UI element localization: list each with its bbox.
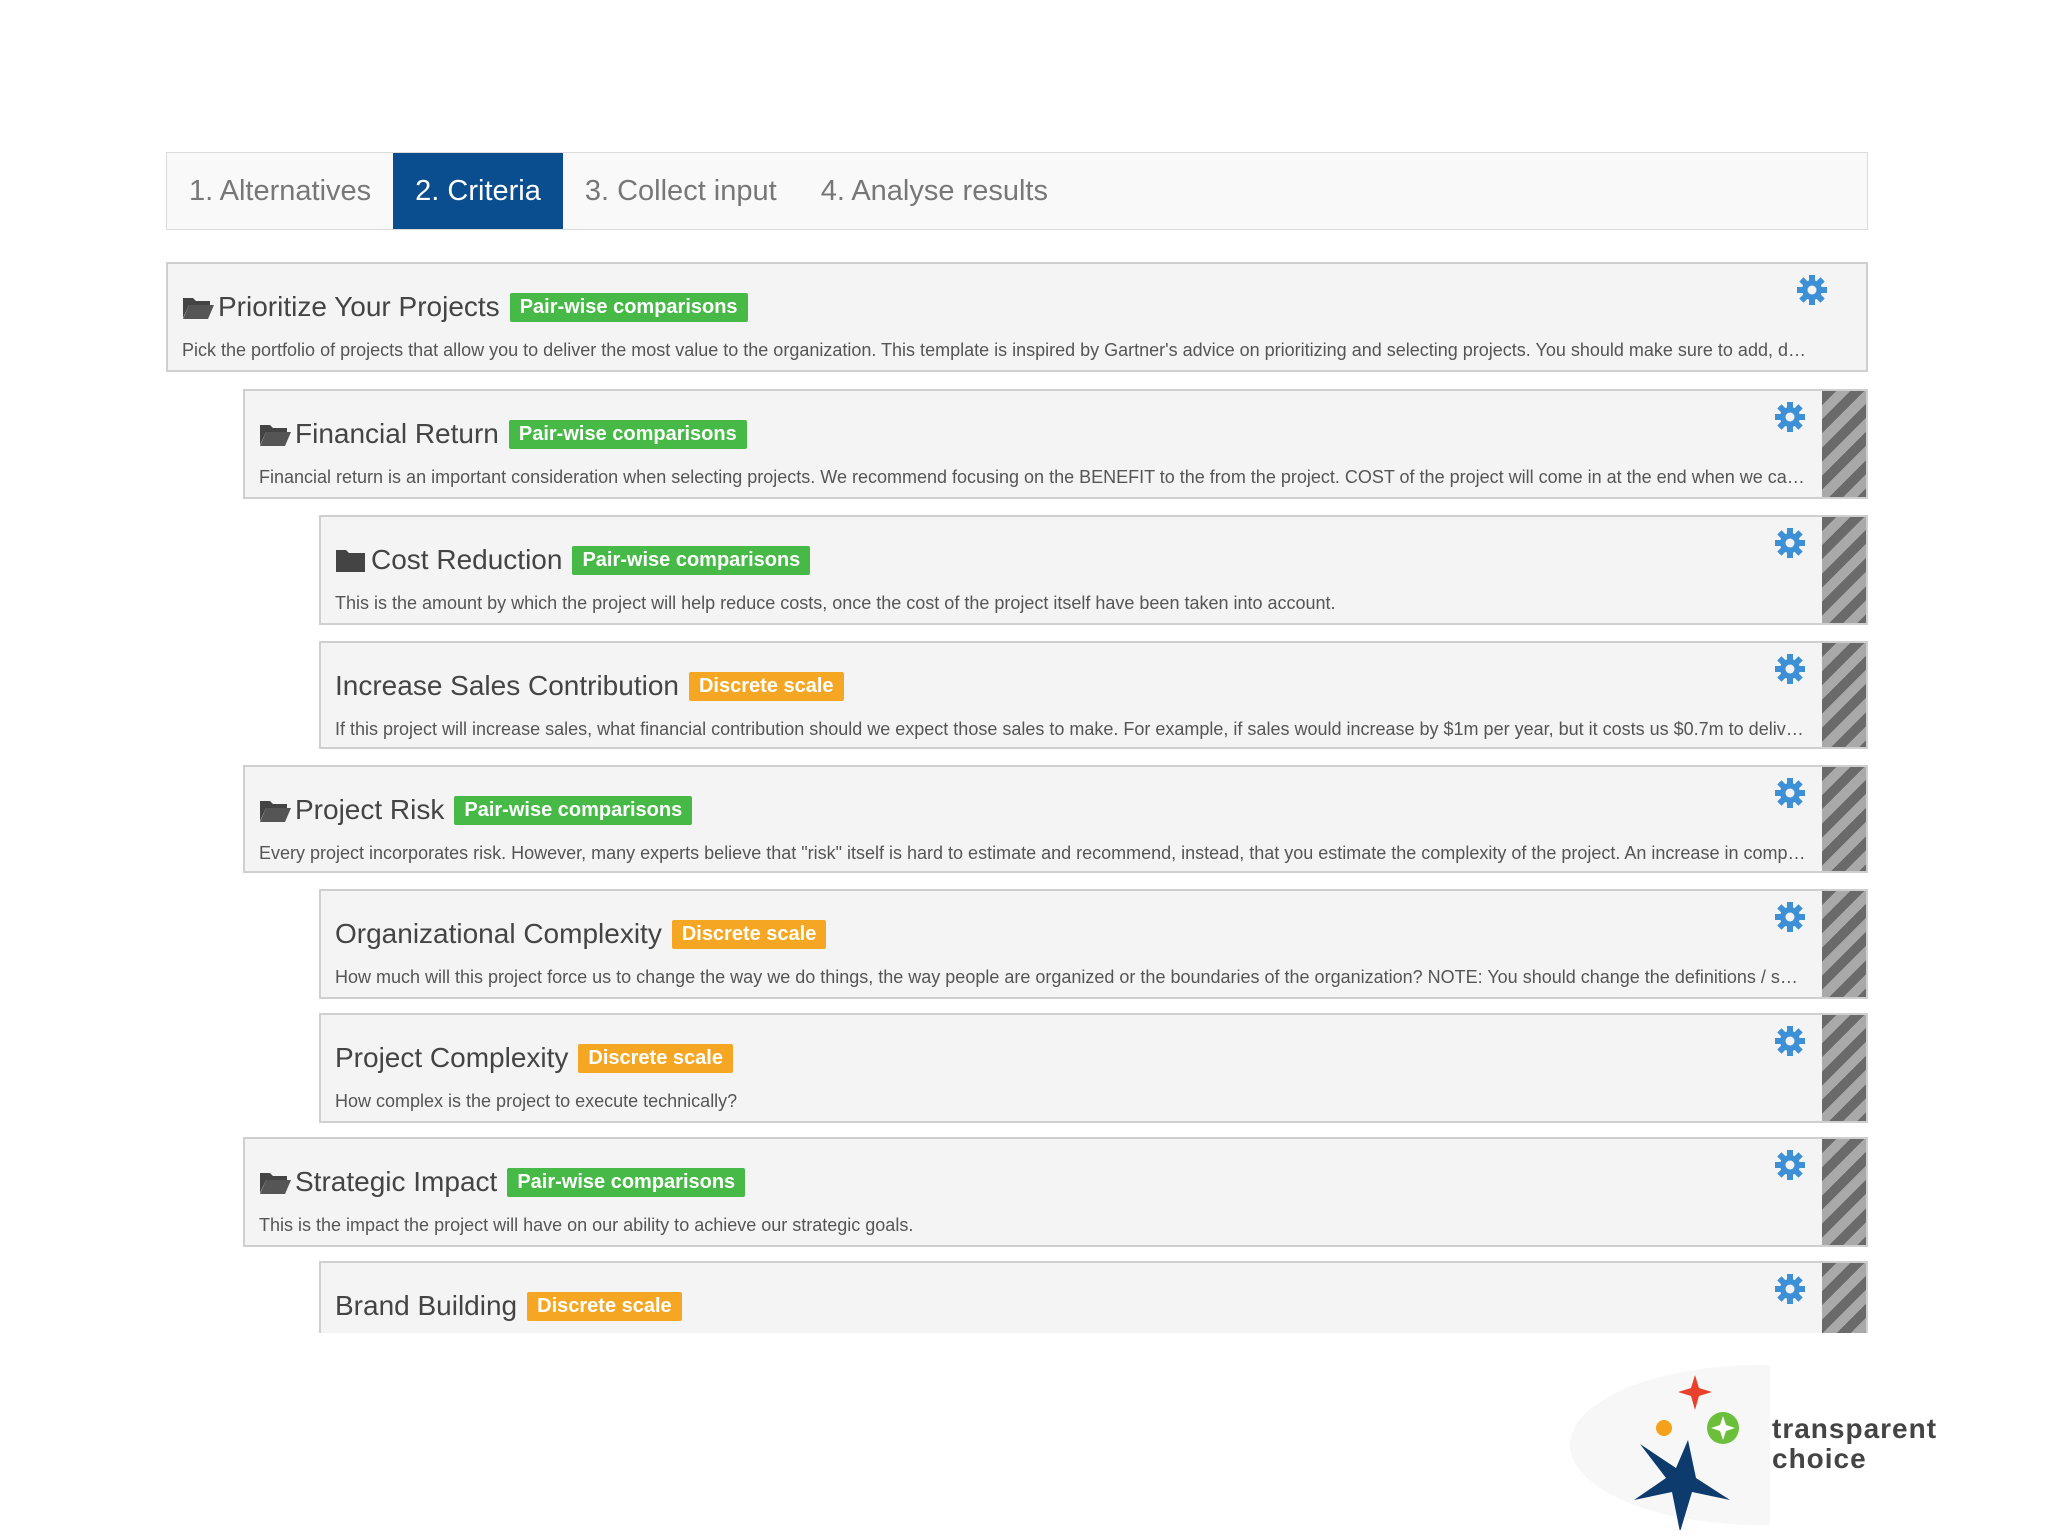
criterion-name: Organizational Complexity xyxy=(335,918,662,949)
criterion-description: If this project will increase sales, wha… xyxy=(335,719,1806,739)
gear-icon[interactable] xyxy=(1774,777,1806,809)
criterion-name: Brand Building xyxy=(335,1290,518,1321)
criterion-description: Financial return is an important conside… xyxy=(259,467,1806,487)
criterion-description: How much will this project force us to c… xyxy=(335,967,1806,987)
drag-handle[interactable] xyxy=(1822,891,1866,997)
logo-line-2: choice xyxy=(1772,1443,1867,1474)
criterion-node-brand-building[interactable]: Brand Building Discrete scale xyxy=(319,1261,1868,1333)
logo-line-1: transparent xyxy=(1772,1413,1938,1444)
criterion-name: Cost Reduction xyxy=(371,544,563,575)
criterion-name: Project Complexity xyxy=(335,1042,569,1073)
star-logo-icon xyxy=(1570,1365,1950,1532)
method-badge: Pair-wise comparisons xyxy=(572,545,811,575)
criterion-name: Prioritize Your Projects xyxy=(218,291,500,322)
gear-icon[interactable] xyxy=(1796,274,1828,306)
criterion-node-project-risk[interactable]: Project Risk Pair-wise comparisons Every… xyxy=(243,765,1868,873)
criterion-name: Project Risk xyxy=(295,794,445,825)
drag-handle[interactable] xyxy=(1822,1139,1866,1245)
criterion-name: Strategic Impact xyxy=(295,1166,498,1197)
folder-open-icon[interactable] xyxy=(259,1169,291,1195)
drag-handle[interactable] xyxy=(1822,517,1866,623)
method-badge: Pair-wise comparisons xyxy=(507,1167,746,1197)
drag-handle[interactable] xyxy=(1822,1015,1866,1121)
gear-icon[interactable] xyxy=(1774,1025,1806,1057)
method-badge: Pair-wise comparisons xyxy=(508,419,747,449)
criterion-description: Pick the portfolio of projects that allo… xyxy=(182,340,1806,360)
logo-wordmark: transparent choice xyxy=(1772,1414,1937,1474)
folder-open-icon[interactable] xyxy=(259,421,291,447)
method-badge: Discrete scale xyxy=(527,1291,682,1321)
method-badge: Pair-wise comparisons xyxy=(454,795,693,825)
criterion-node-organizational-complexity[interactable]: Organizational Complexity Discrete scale… xyxy=(319,889,1868,999)
criterion-node-increase-sales-contribution[interactable]: Increase Sales Contribution Discrete sca… xyxy=(319,641,1868,749)
gear-icon[interactable] xyxy=(1774,1149,1806,1181)
criteria-tree: Prioritize Your Projects Pair-wise compa… xyxy=(0,0,2048,1536)
drag-handle[interactable] xyxy=(1822,767,1866,871)
criterion-node-prioritize-your-projects[interactable]: Prioritize Your Projects Pair-wise compa… xyxy=(166,262,1868,372)
folder-closed-icon[interactable] xyxy=(335,547,367,573)
gear-icon[interactable] xyxy=(1774,1273,1806,1305)
criterion-node-project-complexity[interactable]: Project Complexity Discrete scale How co… xyxy=(319,1013,1868,1123)
method-badge: Discrete scale xyxy=(671,919,827,949)
criterion-node-strategic-impact[interactable]: Strategic Impact Pair-wise comparisons T… xyxy=(243,1137,1868,1247)
gear-icon[interactable] xyxy=(1774,653,1806,685)
method-badge: Pair-wise comparisons xyxy=(509,292,748,322)
method-badge: Discrete scale xyxy=(578,1043,733,1073)
gear-icon[interactable] xyxy=(1774,401,1806,433)
drag-handle[interactable] xyxy=(1822,391,1866,497)
method-badge: Discrete scale xyxy=(688,671,844,701)
criterion-description: This is the amount by which the project … xyxy=(335,593,1336,613)
drag-handle[interactable] xyxy=(1822,1263,1866,1333)
criterion-description: How complex is the project to execute te… xyxy=(335,1091,738,1111)
criterion-name: Increase Sales Contribution xyxy=(335,670,679,701)
gear-icon[interactable] xyxy=(1774,901,1806,933)
drag-handle[interactable] xyxy=(1822,643,1866,747)
criterion-node-financial-return[interactable]: Financial Return Pair-wise comparisons F… xyxy=(243,389,1868,499)
folder-open-icon[interactable] xyxy=(259,797,291,823)
criterion-node-cost-reduction[interactable]: Cost Reduction Pair-wise comparisons Thi… xyxy=(319,515,1868,625)
criterion-description: This is the impact the project will have… xyxy=(259,1215,914,1235)
folder-open-icon[interactable] xyxy=(182,294,214,320)
transparent-choice-logo: transparent choice xyxy=(1560,1360,1960,1532)
criterion-description: Every project incorporates risk. However… xyxy=(259,843,1806,863)
gear-icon[interactable] xyxy=(1774,527,1806,559)
criterion-name: Financial Return xyxy=(295,418,499,449)
